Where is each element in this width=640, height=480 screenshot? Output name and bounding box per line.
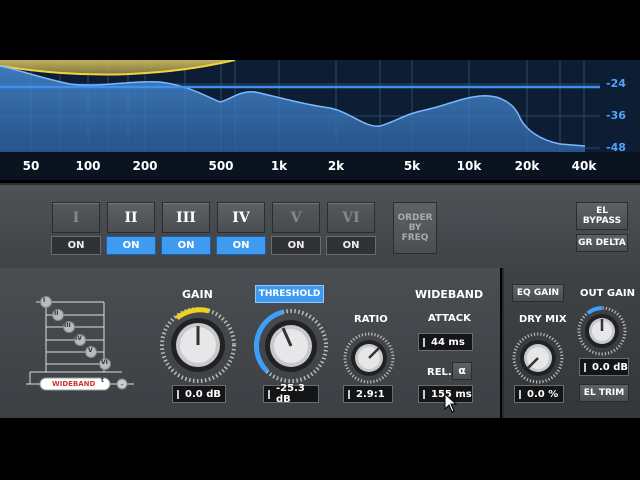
threshold-readout[interactable]: -25.3 dB <box>263 383 319 405</box>
ratio-label: RATIO <box>354 314 388 325</box>
routing-diagram[interactable]: - I II III IV V VI WIDEBAND t <box>22 288 146 398</box>
freq-label: 1k <box>270 159 288 173</box>
release-mode-button[interactable]: α <box>452 362 472 380</box>
out-gain-readout[interactable]: 0.0 dB <box>579 358 629 376</box>
el-trim-button[interactable]: EL TRIM <box>579 384 629 402</box>
band-button-5[interactable]: V <box>272 202 320 233</box>
gain-label: GAIN <box>182 288 213 301</box>
band-on-toggle-2[interactable]: ON <box>106 236 156 255</box>
release-label: REL. <box>427 367 452 378</box>
gain-readout[interactable]: 0.0 dB <box>172 385 226 403</box>
gain-knob[interactable] <box>159 306 237 384</box>
band-button-1[interactable]: I <box>52 202 100 233</box>
order-by-freq-button[interactable]: ORDER BY FREQ <box>393 202 437 254</box>
gr-delta-button[interactable]: GR DELTA <box>576 234 628 252</box>
routing-wideband-label[interactable]: WIDEBAND <box>52 380 95 388</box>
el-bypass-button[interactable]: EL BYPASS <box>576 202 628 230</box>
routing-node-3[interactable]: III <box>64 322 71 329</box>
band-button-6[interactable]: VI <box>327 202 375 233</box>
band-button-3[interactable]: III <box>162 202 210 233</box>
band-on-toggle-3[interactable]: ON <box>161 236 211 255</box>
eq-gain-button[interactable]: EQ GAIN <box>512 284 564 302</box>
attack-label: ATTACK <box>428 313 471 324</box>
db-label: -24 <box>606 77 626 90</box>
routing-node-4[interactable]: IV <box>75 335 82 342</box>
freq-label: 100 <box>75 159 101 173</box>
routing-node-6[interactable]: VI <box>101 359 108 366</box>
threshold-knob[interactable] <box>253 308 329 384</box>
freq-label: 500 <box>208 159 234 173</box>
out-gain-knob[interactable] <box>577 306 627 356</box>
freq-label: 200 <box>132 159 158 173</box>
routing-wideband-mark: t <box>101 377 104 384</box>
freq-label: 10k <box>456 159 482 173</box>
dry-mix-knob[interactable] <box>512 332 564 384</box>
routing-node-2[interactable]: II <box>54 310 58 317</box>
db-label: -36 <box>606 109 626 122</box>
svg-text:-: - <box>121 380 124 389</box>
dry-mix-readout[interactable]: 0.0 % <box>514 385 564 403</box>
band-button-4[interactable]: IV <box>217 202 265 233</box>
band-on-toggle-5[interactable]: ON <box>271 236 321 255</box>
freq-label: 20k <box>514 159 540 173</box>
band-on-toggle-4[interactable]: ON <box>216 236 266 255</box>
wideband-label: WIDEBAND <box>415 288 484 301</box>
band-button-2[interactable]: II <box>107 202 155 233</box>
bottom-area <box>0 418 640 480</box>
attack-readout[interactable]: 44 ms <box>418 333 473 351</box>
out-gain-label: OUT GAIN <box>580 288 635 299</box>
freq-label: 5k <box>403 159 421 173</box>
dry-mix-label: DRY MIX <box>519 314 567 325</box>
freq-label: 2k <box>327 159 345 173</box>
ratio-knob[interactable] <box>343 332 395 384</box>
ratio-readout[interactable]: 2.9:1 <box>343 385 393 403</box>
band-on-toggle-1[interactable]: ON <box>51 236 101 255</box>
freq-label: 50 <box>22 159 40 173</box>
mouse-cursor-icon <box>444 393 458 413</box>
routing-node-5[interactable]: V <box>88 347 93 354</box>
db-label: -48 <box>606 141 626 154</box>
freq-label: 40k <box>571 159 597 173</box>
threshold-button[interactable]: THRESHOLD <box>255 285 324 303</box>
routing-node-1[interactable]: I <box>43 297 45 304</box>
band-on-toggle-6[interactable]: ON <box>326 236 376 255</box>
